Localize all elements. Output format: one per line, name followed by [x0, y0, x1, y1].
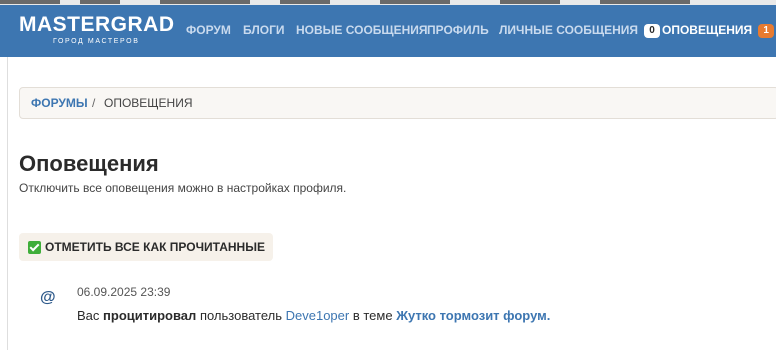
nav-notifications[interactable]: ОПОВЕЩЕНИЯ 1 — [662, 23, 775, 38]
logo-subtitle: ГОРОД МАСТЕРОВ — [53, 38, 140, 45]
content-left-border — [7, 57, 8, 350]
page-title: Оповещения — [19, 151, 159, 176]
mark-all-read-label: ОТМЕТИТЬ ВСЕ КАК ПРОЧИТАННЫЕ — [45, 240, 265, 254]
breadcrumb-forums-link[interactable]: ФОРУМЫ — [31, 96, 88, 110]
notification-time: 06.09.2025 23:39 — [77, 285, 171, 299]
notification-topic-link[interactable]: Жутко тормозит форум. — [396, 308, 550, 323]
notification-prefix: Вас — [77, 308, 100, 323]
page-description: Отключить все оповещения можно в настрой… — [19, 181, 347, 195]
notifications-count-badge: 1 — [758, 24, 775, 38]
site-logo[interactable]: MASTERGRAD ГОРОД МАСТЕРОВ — [19, 13, 175, 46]
mention-icon: @ — [40, 289, 56, 306]
breadcrumb: ФОРУМЫ / ОПОВЕЩЕНИЯ — [19, 87, 776, 119]
notification-in-topic: в теме — [352, 308, 393, 323]
nav-private-messages-label: ЛИЧНЫЕ СООБЩЕНИЯ — [499, 23, 639, 37]
breadcrumb-separator: / — [92, 96, 96, 110]
notification-text: Вас процитировал пользователь Deve1oper … — [77, 308, 550, 323]
top-navbar: MASTERGRAD ГОРОД МАСТЕРОВ ФОРУМ БЛОГИ НО… — [0, 5, 776, 57]
notification-middle: пользователь — [199, 308, 282, 323]
nav-notifications-label: ОПОВЕЩЕНИЯ — [662, 23, 753, 37]
messages-count-badge: 0 — [644, 24, 661, 38]
nav-forum[interactable]: ФОРУМ — [186, 23, 231, 37]
breadcrumb-current: ОПОВЕЩЕНИЯ — [104, 96, 193, 110]
mark-all-read-button[interactable]: ОТМЕТИТЬ ВСЕ КАК ПРОЧИТАННЫЕ — [19, 233, 273, 261]
nav-private-messages[interactable]: ЛИЧНЫЕ СООБЩЕНИЯ 0 — [499, 23, 661, 38]
nav-new-posts[interactable]: НОВЫЕ СООБЩЕНИЯ — [296, 23, 428, 37]
notification-user-link[interactable]: Deve1oper — [286, 308, 350, 323]
notification-action: процитировал — [103, 308, 197, 323]
checkmark-icon — [28, 240, 41, 254]
logo-title: MASTERGRAD — [19, 13, 175, 36]
nav-blogs[interactable]: БЛОГИ — [243, 23, 285, 37]
nav-profile[interactable]: ПРОФИЛЬ — [427, 23, 489, 37]
